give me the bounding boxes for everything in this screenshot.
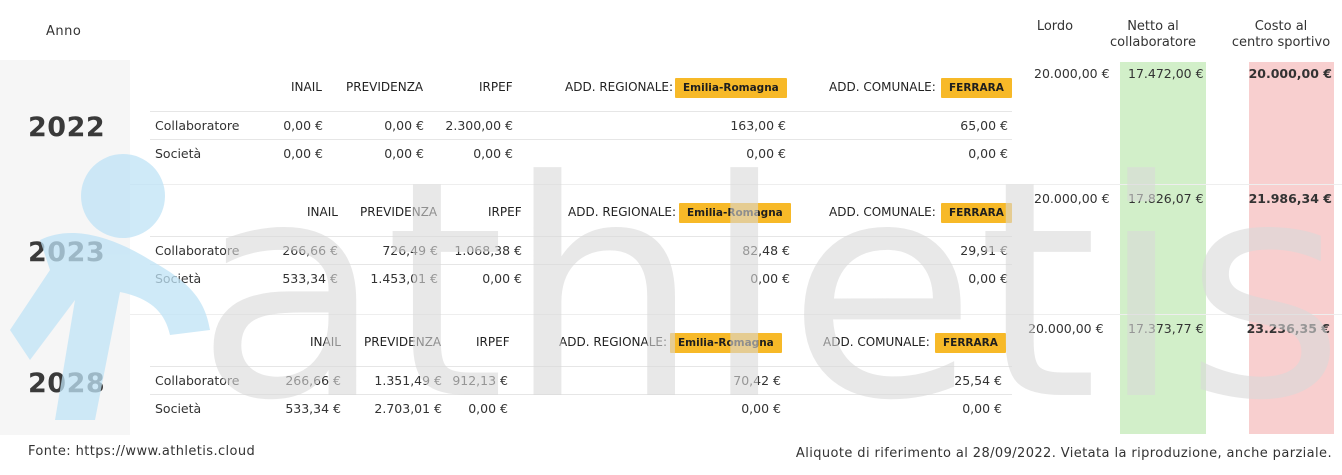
comune-badge: FERRARA	[941, 203, 1012, 223]
costo-value: 23.236,35 €	[1246, 321, 1330, 336]
row-divider	[150, 111, 1012, 112]
societa-previdenza: 1.453,01 €	[370, 271, 438, 286]
societa-add-comunale: 0,00 €	[968, 146, 1008, 161]
lordo-value: 20.000,00 €	[1034, 66, 1110, 81]
collaboratore-irpef: 912,13 €	[452, 373, 508, 388]
societa-previdenza: 0,00 €	[384, 146, 424, 161]
add-regionale-header: ADD. REGIONALE:	[565, 80, 674, 94]
collaboratore-add-regionale: 82,48 €	[742, 243, 790, 258]
societa-inail: 0,00 €	[283, 146, 323, 161]
regione-badge: Emilia-Romagna	[670, 333, 782, 353]
netto-header: Netto al collaboratore	[1110, 19, 1196, 50]
add-comunale-header: ADD. COMUNALE:	[829, 205, 936, 219]
irpef-header: IRPEF	[479, 80, 513, 94]
collaboratore-irpef: 1.068,38 €	[454, 243, 522, 258]
societa-label: Società	[155, 271, 202, 286]
collaboratore-irpef: 2.300,00 €	[445, 118, 513, 133]
row-divider	[150, 264, 1012, 265]
row-divider	[150, 139, 1012, 140]
societa-irpef: 0,00 €	[468, 401, 508, 416]
collaboratore-inail: 266,66 €	[282, 243, 338, 258]
collaboratore-add-comunale: 29,91 €	[960, 243, 1008, 258]
comune-badge: FERRARA	[935, 333, 1006, 353]
costo-value: 21.986,34 €	[1248, 191, 1332, 206]
add-regionale-header: ADD. REGIONALE:	[568, 205, 677, 219]
societa-add-comunale: 0,00 €	[968, 271, 1008, 286]
collaboratore-label: Collaboratore	[155, 373, 240, 388]
societa-label: Società	[155, 401, 202, 416]
collaboratore-add-comunale: 65,00 €	[960, 118, 1008, 133]
row-divider	[150, 366, 1012, 367]
societa-irpef: 0,00 €	[482, 271, 522, 286]
regione-badge: Emilia-Romagna	[675, 78, 787, 98]
add-comunale-header: ADD. COMUNALE:	[823, 335, 930, 349]
add-regionale-header: ADD. REGIONALE:	[559, 335, 668, 349]
collaboratore-previdenza: 0,00 €	[384, 118, 424, 133]
irpef-header: IRPEF	[476, 335, 510, 349]
societa-inail: 533,34 €	[282, 271, 338, 286]
previdenza-header: PREVIDENZA	[346, 80, 424, 94]
societa-previdenza: 2.703,01 €	[374, 401, 442, 416]
inail-header: INAIL	[307, 205, 338, 219]
costo-header: Costo al centro sportivo	[1231, 19, 1331, 50]
section-divider	[130, 314, 1342, 315]
netto-value: 17.472,00 €	[1128, 66, 1204, 81]
row-divider	[150, 394, 1012, 395]
collaboratore-inail: 0,00 €	[283, 118, 323, 133]
year-label: 2022	[28, 112, 106, 143]
anno-header: Anno	[46, 24, 82, 39]
societa-add-regionale: 0,00 €	[746, 146, 786, 161]
collaboratore-add-regionale: 163,00 €	[730, 118, 786, 133]
footer-note: Aliquote di riferimento al 28/09/2022. V…	[795, 446, 1332, 461]
year-label: 2023	[28, 237, 106, 268]
societa-inail: 533,34 €	[285, 401, 341, 416]
footer-source: Fonte: https://www.athletis.cloud	[28, 444, 256, 459]
collaboratore-add-comunale: 25,54 €	[954, 373, 1002, 388]
netto-column-highlight	[1120, 62, 1206, 434]
collaboratore-label: Collaboratore	[155, 243, 240, 258]
inail-header: INAIL	[291, 80, 322, 94]
year-label: 2028	[28, 368, 106, 399]
collaboratore-label: Collaboratore	[155, 118, 240, 133]
netto-value: 17.826,07 €	[1128, 191, 1204, 206]
societa-add-comunale: 0,00 €	[962, 401, 1002, 416]
lordo-value: 20.000,00 €	[1028, 321, 1104, 336]
comune-badge: FERRARA	[941, 78, 1012, 98]
collaboratore-previdenza: 726,49 €	[382, 243, 438, 258]
collaboratore-inail: 266,66 €	[285, 373, 341, 388]
collaboratore-add-regionale: 70,42 €	[733, 373, 781, 388]
societa-label: Società	[155, 146, 202, 161]
costo-value: 20.000,00 €	[1248, 66, 1332, 81]
add-comunale-header: ADD. COMUNALE:	[829, 80, 936, 94]
lordo-value: 20.000,00 €	[1034, 191, 1110, 206]
previdenza-header: PREVIDENZA	[360, 205, 438, 219]
netto-value: 17.373,77 €	[1128, 321, 1204, 336]
collaboratore-previdenza: 1.351,49 €	[374, 373, 442, 388]
inail-header: INAIL	[310, 335, 341, 349]
societa-add-regionale: 0,00 €	[741, 401, 781, 416]
regione-badge: Emilia-Romagna	[679, 203, 791, 223]
row-divider	[150, 236, 1012, 237]
section-divider	[130, 184, 1342, 185]
previdenza-header: PREVIDENZA	[364, 335, 442, 349]
societa-add-regionale: 0,00 €	[750, 271, 790, 286]
costo-column-highlight	[1249, 62, 1334, 434]
lordo-header: Lordo	[1036, 19, 1074, 34]
societa-irpef: 0,00 €	[473, 146, 513, 161]
irpef-header: IRPEF	[488, 205, 522, 219]
